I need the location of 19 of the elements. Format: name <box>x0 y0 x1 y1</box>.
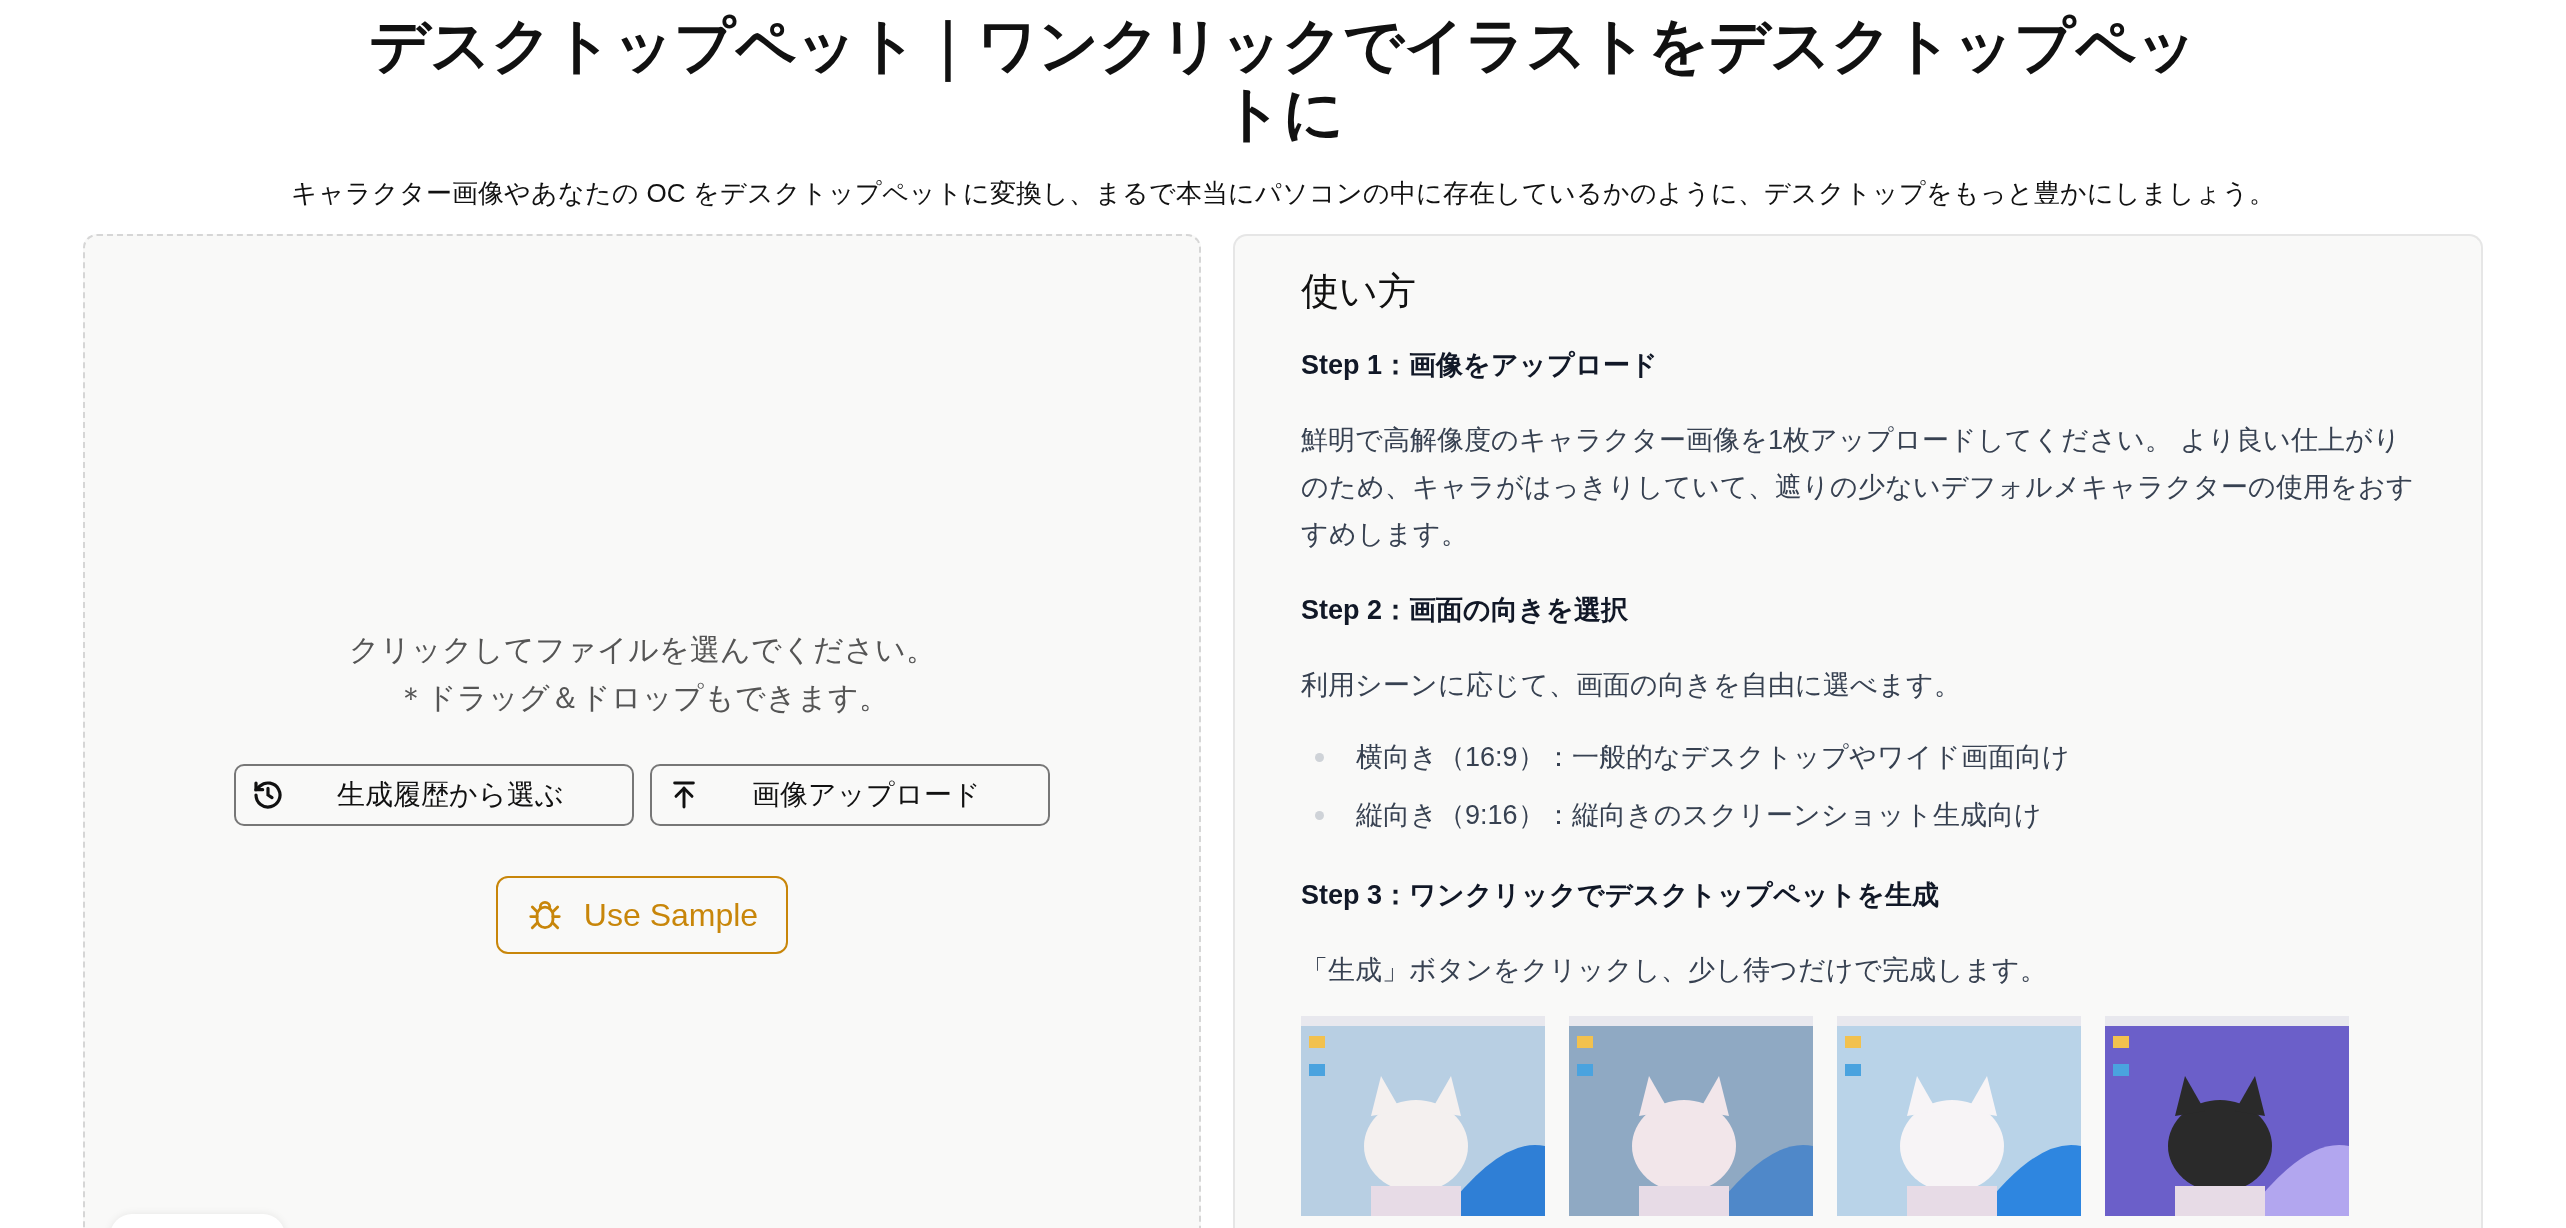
list-item: 縦向き（9:16）：縦向きのスクリーンショット生成向け <box>1356 799 2042 832</box>
bullet-icon <box>1315 752 1324 762</box>
step-description: 「生成」ボタンをクリックし、少し待つだけで完成します。 <box>1301 954 2048 987</box>
page-subtitle: キャラクター画像やあなたの OC をデスクトップペットに変換し、まるで本当にパソコンの中に存在しているかのように、デスクトップをもっと豊かにしましょう。 <box>291 177 2275 210</box>
page-title: デスクトップペット｜ワンクリックでイラストをデスクトップペットに <box>368 12 2198 148</box>
list-item: 横向き（16:9）：一般的なデスクトップやワイド画面向け <box>1356 741 2070 774</box>
guide-title: 使い方 <box>1301 269 1417 314</box>
upload-dropzone[interactable]: クリックしてファイルを選んでください。 ＊ドラッグ＆ドロップもできます。 生成履歴から選ぶ 画像アップロード Use Sample <box>83 234 1201 1228</box>
step-description: 利用シーンに応じて、画面の向きを自由に選べます。 <box>1301 669 1962 702</box>
step-description: 鮮明で高解像度のキャラクター画像を1枚アップロードしてください。 より良い仕上がりのため、キャラがはっきりしていて、遮りの少ないデフォルメキャラクターの使用をおすすめします。 <box>1301 424 2415 551</box>
upload-prompt: クリックしてファイルを選んでください。 <box>348 632 936 668</box>
drag-drop-hint: ＊ドラッグ＆ドロップもできます。 <box>395 680 889 716</box>
history-button[interactable]: 生成履歴から選ぶ <box>234 764 634 826</box>
step-heading: Step 3：ワンクリックでデスクトップペットを生成 <box>1301 879 1941 912</box>
history-icon <box>252 779 284 811</box>
upload-button[interactable]: 画像アップロード <box>650 764 1050 826</box>
step-heading: Step 2：画面の向きを選択 <box>1301 594 1630 627</box>
bullet-icon <box>1315 810 1324 820</box>
step-heading: Step 1：画像をアップロード <box>1301 349 1660 382</box>
